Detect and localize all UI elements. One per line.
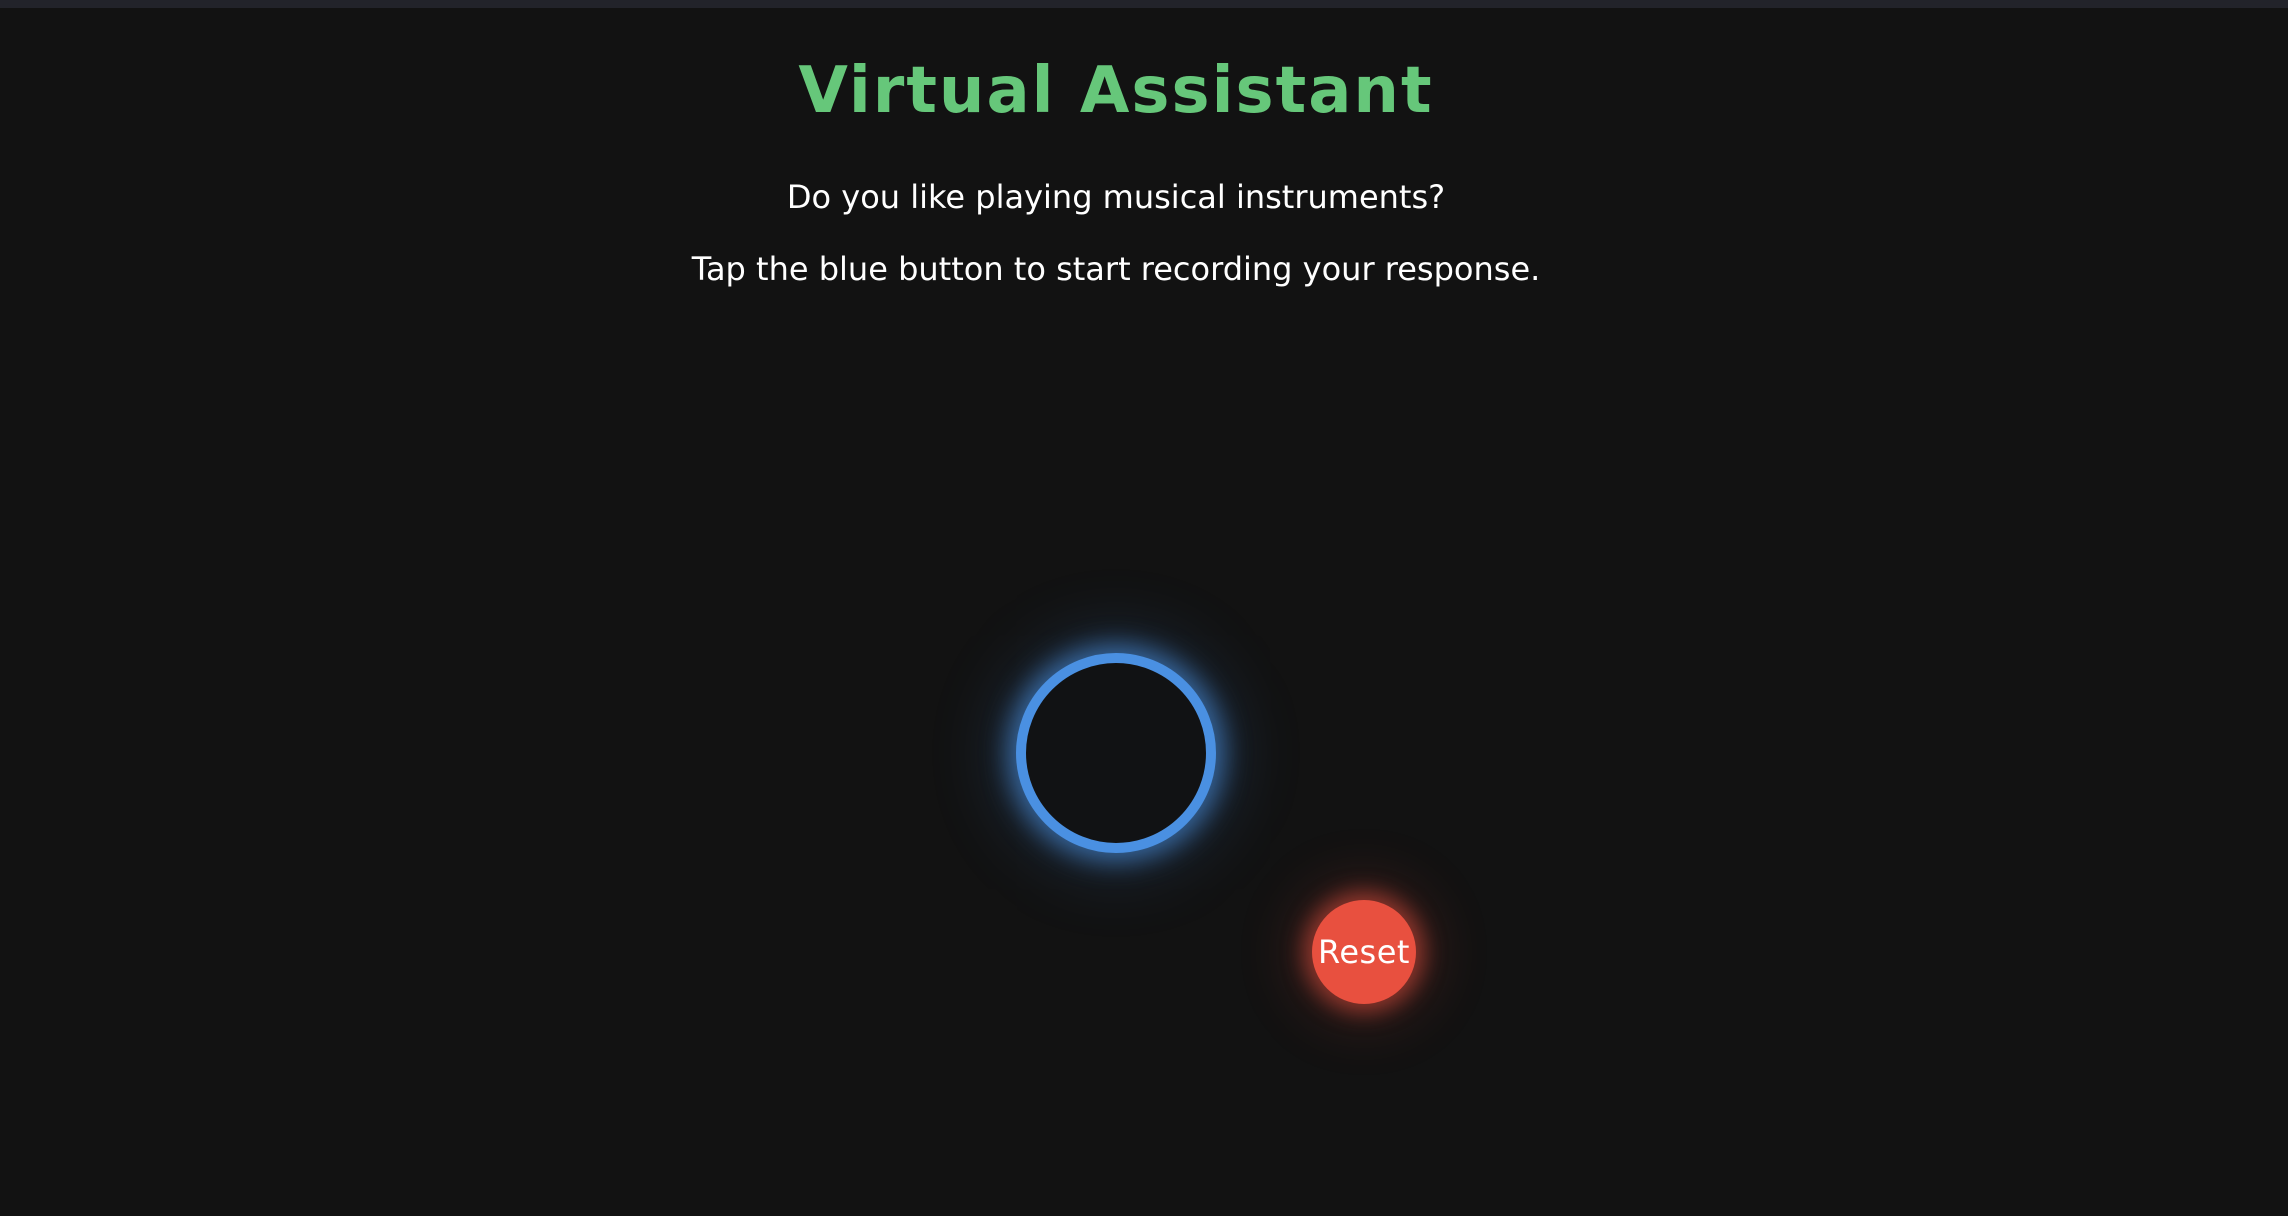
record-button[interactable]: [1016, 653, 1216, 853]
browser-top-strip: [0, 0, 2288, 8]
reset-button[interactable]: Reset: [1312, 900, 1416, 1004]
instruction-text: Tap the blue button to start recording y…: [691, 250, 1541, 288]
question-text: Do you like playing musical instruments?: [786, 178, 1446, 216]
app-screen: Virtual Assistant Do you like playing mu…: [0, 8, 2288, 1216]
page-title: Virtual Assistant: [798, 54, 1434, 128]
